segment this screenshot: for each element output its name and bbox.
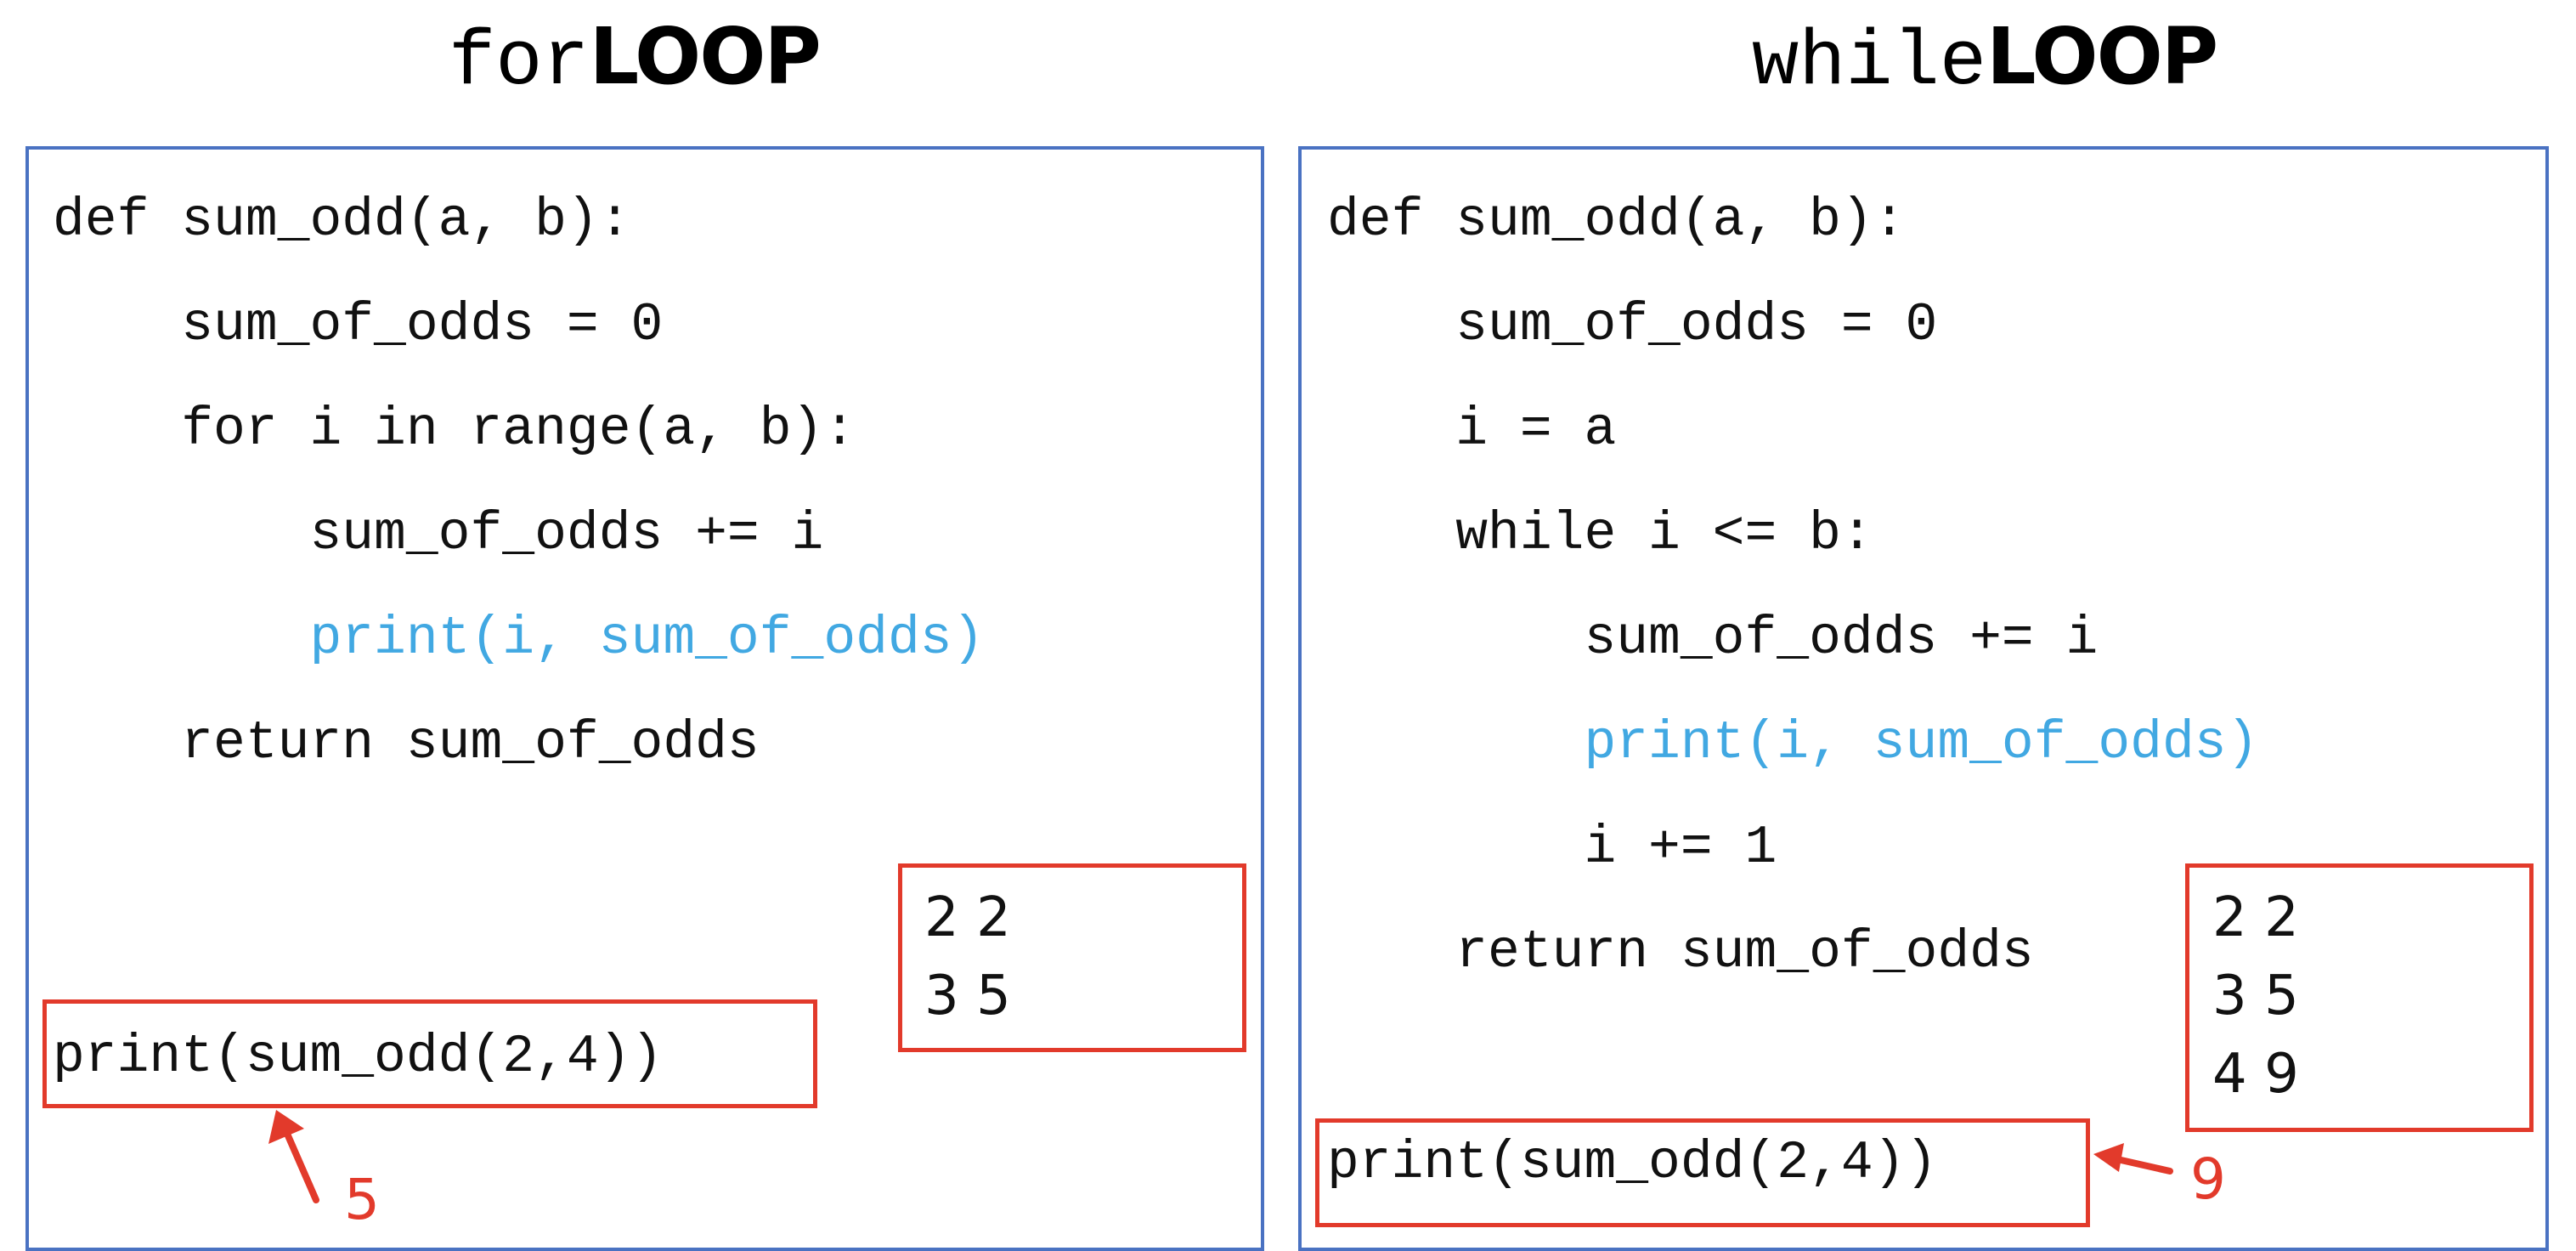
while-result-value: 9	[2190, 1146, 2226, 1212]
while-result-arrow	[2093, 1143, 2173, 1175]
